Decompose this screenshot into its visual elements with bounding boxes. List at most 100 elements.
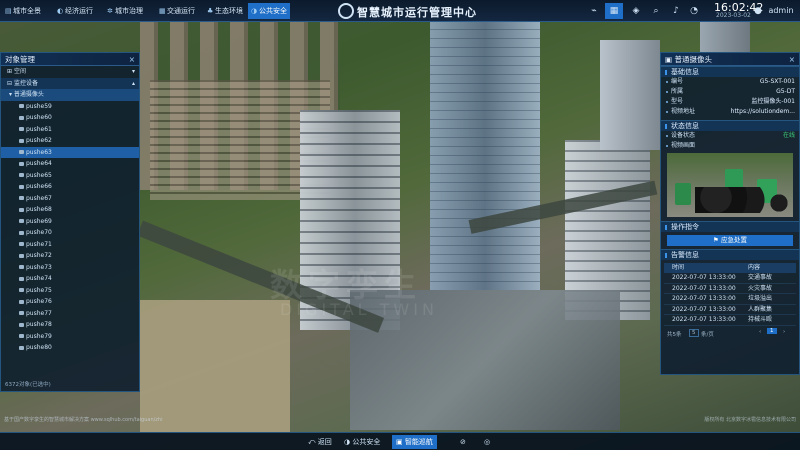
section-status: 状态信息 bbox=[661, 120, 799, 131]
traffic-icon: ▦ bbox=[159, 7, 166, 15]
camera-list-item[interactable]: pushe63 bbox=[1, 146, 139, 158]
camera-list-item[interactable]: pushe74 bbox=[1, 273, 139, 285]
info-row: 所属 G5-DT bbox=[661, 87, 799, 97]
camera-list-item[interactable]: pushe65 bbox=[1, 170, 139, 182]
table-row[interactable]: 2022-07-07 13:33:00 垃圾溢出 bbox=[664, 294, 796, 305]
camera-list-item[interactable]: pushe78 bbox=[1, 319, 139, 331]
camera-list-item[interactable]: pushe79 bbox=[1, 331, 139, 343]
camera-list-item[interactable]: pushe72 bbox=[1, 250, 139, 262]
top-nav-bar: ▤城市全景 ◐ 经济运行 ✲ 城市治理 ▦交通运行 ♣ 生态环境 ◑ 公共安全 智慧城市… bbox=[0, 0, 800, 22]
camera-list-item[interactable]: pushe71 bbox=[1, 239, 139, 251]
watermark-subtext: DIGITAL TWIN bbox=[280, 300, 438, 319]
bell-icon[interactable]: ♪ bbox=[668, 3, 684, 19]
camera-list-item[interactable]: pushe61 bbox=[1, 124, 139, 136]
alert-table-header: 时间 内容 bbox=[664, 263, 796, 273]
footer-right-text: 版权所有 北京数字冰雹信息技术有限公司 bbox=[704, 417, 796, 423]
camera-list-item[interactable]: pushe67 bbox=[1, 193, 139, 205]
camera-list-item[interactable]: pushe62 bbox=[1, 135, 139, 147]
camera-icon bbox=[19, 104, 24, 108]
chart-icon: ◐ bbox=[57, 7, 64, 15]
emergency-icon: ⚑ bbox=[713, 236, 721, 244]
camera-detail-panel: ▣ 普通摄像头 × 基础信息 编号 G5-SXT-001 所属 G5-DT 型号 监控摄… bbox=[660, 52, 800, 375]
camera-icon bbox=[19, 207, 24, 212]
camera-icon bbox=[19, 161, 24, 166]
tab-city-overview[interactable]: ▤城市全景 bbox=[2, 3, 44, 19]
cruise-icon: ▣ bbox=[396, 438, 403, 446]
search-icon[interactable]: ⌕ bbox=[648, 3, 664, 19]
back-icon: ⤺ bbox=[308, 438, 316, 446]
camera-list-item[interactable]: pushe70 bbox=[1, 227, 139, 239]
leaf-icon: ♣ bbox=[207, 7, 214, 15]
page-number[interactable]: 1 bbox=[767, 327, 777, 334]
tree-node-monitor[interactable]: ⊟ 监控设备 ▴ bbox=[1, 77, 139, 89]
tree-node-camera[interactable]: ▾ 普通摄像头 bbox=[1, 89, 139, 101]
camera-icon bbox=[19, 322, 24, 327]
layers-icon[interactable]: ◈ bbox=[628, 3, 644, 19]
grid-icon[interactable]: ▦ bbox=[605, 3, 623, 19]
close-icon[interactable]: × bbox=[789, 53, 795, 66]
back-button[interactable]: ⤺ 返回 bbox=[304, 435, 336, 449]
edit-icon[interactable]: ⊘ bbox=[456, 435, 470, 449]
camera-list-item[interactable]: pushe76 bbox=[1, 296, 139, 308]
info-row: 编号 G5-SXT-001 bbox=[661, 77, 799, 87]
shield-icon: ◑ bbox=[251, 7, 258, 15]
camera-list-item[interactable]: pushe75 bbox=[1, 285, 139, 297]
gear-icon: ✲ bbox=[107, 7, 113, 15]
target-icon[interactable]: ◎ bbox=[480, 435, 494, 449]
bottom-toolbar: ⤺ 返回 ◑ 公共安全 ▣ 智能巡航 ⊘ ◎ bbox=[0, 432, 800, 450]
smart-cruise-button[interactable]: ▣ 智能巡航 bbox=[392, 435, 437, 449]
tab-ecology[interactable]: ♣ 生态环境 bbox=[204, 3, 246, 19]
camera-list-item[interactable]: pushe80 bbox=[1, 342, 139, 354]
info-row: 视频地址 https://solutiondem... bbox=[661, 107, 799, 117]
camera-icon bbox=[19, 276, 24, 281]
page-size-select[interactable]: 5 bbox=[689, 328, 699, 337]
trend-icon[interactable]: ⌁ bbox=[586, 3, 602, 19]
pagination: 共5条 5 条/页 ‹ 1 › bbox=[661, 327, 799, 340]
camera-list-item[interactable]: pushe73 bbox=[1, 262, 139, 274]
app-title: 智慧城市运行管理中心 bbox=[357, 6, 477, 19]
camera-list: pushe59 pushe60 pushe61 pushe62 pushe63 pushe… bbox=[1, 101, 139, 354]
camera-icon bbox=[19, 311, 24, 315]
app-logo bbox=[338, 3, 354, 19]
footer-left-text: 基于国产数字孪生的智慧城市解决方案 www.sqlhub.com/taiguan… bbox=[4, 417, 163, 423]
camera-list-item[interactable]: pushe68 bbox=[1, 204, 139, 216]
camera-icon bbox=[19, 345, 24, 350]
camera-icon bbox=[19, 115, 24, 120]
section-operations: 操作指令 bbox=[661, 221, 799, 232]
camera-list-item[interactable]: pushe59 bbox=[1, 101, 139, 113]
status-row: 设备状态 在线 bbox=[661, 131, 799, 141]
info-row: 型号 监控摄像头-001 bbox=[661, 97, 799, 107]
camera-list-item[interactable]: pushe66 bbox=[1, 181, 139, 193]
emergency-button[interactable]: ⚑ 应急处置 bbox=[667, 235, 793, 246]
tab-traffic[interactable]: ▦交通运行 bbox=[156, 3, 198, 19]
section-alerts: 告警信息 bbox=[661, 249, 799, 260]
next-page-icon[interactable]: › bbox=[783, 329, 785, 335]
video-feed[interactable] bbox=[667, 153, 793, 217]
user-circle-icon[interactable]: ◔ bbox=[686, 3, 702, 19]
camera-list-item[interactable]: pushe77 bbox=[1, 308, 139, 320]
camera-list-item[interactable]: pushe60 bbox=[1, 112, 139, 124]
camera-icon bbox=[19, 138, 24, 143]
camera-list-item[interactable]: pushe64 bbox=[1, 158, 139, 170]
camera-icon bbox=[19, 150, 24, 154]
tab-governance[interactable]: ✲ 城市治理 bbox=[104, 3, 146, 19]
object-manager-panel: 对象管理 × ⊞ 空间 ▾ ⊟ 监控设备 ▴ ▾ 普通摄像头 pushe59 pushe… bbox=[0, 52, 140, 392]
table-row[interactable]: 2022-07-07 13:33:00 交通事故 bbox=[664, 273, 796, 284]
public-safety-button[interactable]: ◑ 公共安全 bbox=[340, 435, 384, 449]
camera-list-item[interactable]: pushe69 bbox=[1, 216, 139, 228]
table-row[interactable]: 2022-07-07 13:33:00 人群聚集 bbox=[664, 305, 796, 315]
camera-icon bbox=[19, 242, 24, 246]
table-row[interactable]: 2022-07-07 13:33:00 火灾事故 bbox=[664, 284, 796, 294]
tab-economy[interactable]: ◐ 经济运行 bbox=[54, 3, 96, 19]
user-name[interactable]: admin bbox=[764, 3, 798, 19]
prev-page-icon[interactable]: ‹ bbox=[759, 329, 761, 335]
tab-public-safety[interactable]: ◑ 公共安全 bbox=[248, 3, 290, 19]
shield-icon: ◑ bbox=[344, 438, 351, 446]
close-icon[interactable]: × bbox=[129, 53, 135, 66]
table-row[interactable]: 2022-07-07 13:33:00 持械斗殴 bbox=[664, 315, 796, 326]
tree-node-space[interactable]: ⊞ 空间 ▾ bbox=[1, 66, 139, 78]
chevron-up-icon: ▴ bbox=[131, 79, 135, 87]
pager-per: 条/页 bbox=[701, 331, 714, 338]
camera-icon bbox=[19, 127, 24, 131]
alert-table-body: 2022-07-07 13:33:00 交通事故 2022-07-07 13:33:… bbox=[661, 273, 799, 326]
